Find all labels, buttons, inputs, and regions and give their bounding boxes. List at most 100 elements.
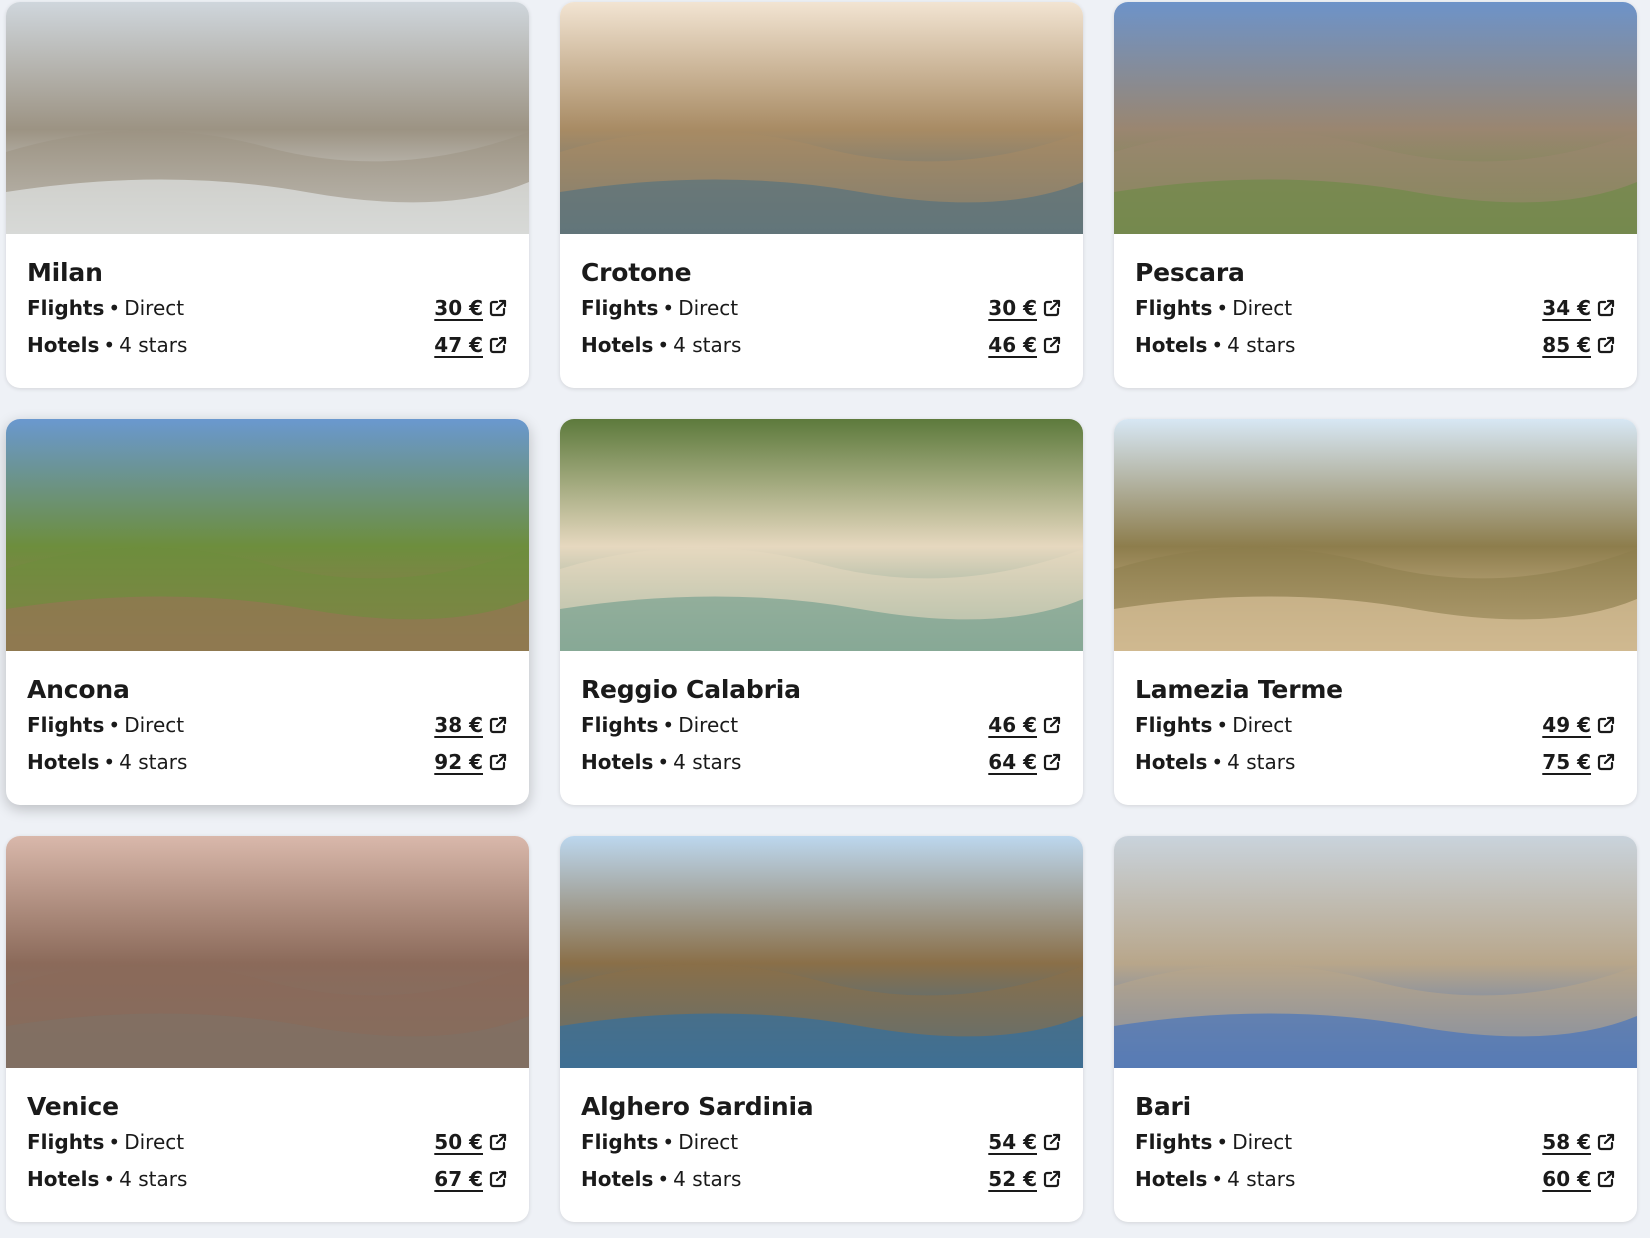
external-link-icon xyxy=(1597,1170,1615,1188)
hotel-price-link[interactable]: 85 € xyxy=(1542,333,1615,357)
beach-town-aerial-photo[interactable] xyxy=(560,419,1083,651)
hotel-price-link[interactable]: 64 € xyxy=(988,750,1061,774)
hotel-price: 47 € xyxy=(434,332,483,357)
hotel-price: 85 € xyxy=(1542,332,1591,357)
hotel-class: 4 stars xyxy=(1227,749,1296,774)
destination-card[interactable]: Lamezia Terme Flights • Direct 49 € Hotels • 4 … xyxy=(1114,419,1637,805)
hotel-price: 75 € xyxy=(1542,749,1591,774)
external-link-icon xyxy=(489,1170,507,1188)
hotels-row: Hotels • 4 stars 67 € xyxy=(27,1160,507,1197)
flight-price: 30 € xyxy=(434,295,483,320)
destination-card[interactable]: Milan Flights • Direct 30 € Hotels • 4 stars 47 … xyxy=(6,2,529,388)
cliff-castle-town-photo[interactable] xyxy=(1114,419,1637,651)
separator-dot: • xyxy=(657,1166,670,1191)
hotel-price: 67 € xyxy=(434,1166,483,1191)
separator-dot: • xyxy=(662,1129,675,1154)
flight-price-link[interactable]: 50 € xyxy=(434,1130,507,1154)
flight-type: Direct xyxy=(124,295,185,320)
hotel-price-link[interactable]: 46 € xyxy=(988,333,1061,357)
flight-price: 50 € xyxy=(434,1129,483,1154)
hotel-class: 4 stars xyxy=(1227,1166,1296,1191)
flights-row: Flights • Direct 54 € xyxy=(581,1123,1061,1160)
destination-city: Milan xyxy=(27,258,103,287)
hotels-label: Hotels xyxy=(1135,332,1208,357)
hotel-price-link[interactable]: 75 € xyxy=(1542,750,1615,774)
flight-price-link[interactable]: 54 € xyxy=(988,1130,1061,1154)
flight-type: Direct xyxy=(678,295,739,320)
flight-price-link[interactable]: 34 € xyxy=(1542,296,1615,320)
destination-card[interactable]: Pescara Flights • Direct 34 € Hotels • 4 stars 8… xyxy=(1114,2,1637,388)
destination-city: Ancona xyxy=(27,675,130,704)
flight-price-link[interactable]: 49 € xyxy=(1542,713,1615,737)
flights-row: Flights • Direct 49 € xyxy=(1135,706,1615,743)
hotels-label: Hotels xyxy=(1135,1166,1208,1191)
hotel-price-link[interactable]: 67 € xyxy=(434,1167,507,1191)
hotels-label: Hotels xyxy=(1135,749,1208,774)
flight-price: 49 € xyxy=(1542,712,1591,737)
flight-price-link[interactable]: 30 € xyxy=(434,296,507,320)
hotel-class: 4 stars xyxy=(1227,332,1296,357)
separator-dot: • xyxy=(662,295,675,320)
flight-price-link[interactable]: 30 € xyxy=(988,296,1061,320)
flights-label: Flights xyxy=(27,712,105,737)
flight-price-link[interactable]: 38 € xyxy=(434,713,507,737)
flight-price: 46 € xyxy=(988,712,1037,737)
hotel-price: 46 € xyxy=(988,332,1037,357)
destination-card[interactable]: Bari Flights • Direct 58 € Hotels • 4 stars 60 € xyxy=(1114,836,1637,1222)
hotel-price-link[interactable]: 47 € xyxy=(434,333,507,357)
separator-dot: • xyxy=(1216,295,1229,320)
external-link-icon xyxy=(489,299,507,317)
external-link-icon xyxy=(1043,299,1061,317)
external-link-icon xyxy=(1043,716,1061,734)
separator-dot: • xyxy=(103,332,116,357)
destination-city: Alghero Sardinia xyxy=(581,1092,814,1121)
external-link-icon xyxy=(1597,753,1615,771)
green-hills-rooftops-photo[interactable] xyxy=(6,419,529,651)
flights-row: Flights • Direct 46 € xyxy=(581,706,1061,743)
destination-card[interactable]: Alghero Sardinia Flights • Direct 54 € Hotels… xyxy=(560,836,1083,1222)
flights-label: Flights xyxy=(1135,295,1213,320)
hotels-label: Hotels xyxy=(581,332,654,357)
flight-type: Direct xyxy=(1232,295,1293,320)
hotel-price: 64 € xyxy=(988,749,1037,774)
external-link-icon xyxy=(1597,716,1615,734)
hotels-label: Hotels xyxy=(27,332,100,357)
hotel-price: 60 € xyxy=(1542,1166,1591,1191)
grand-canal-sunset-photo[interactable] xyxy=(6,836,529,1068)
seawall-coast-photo[interactable] xyxy=(560,836,1083,1068)
separator-dot: • xyxy=(108,1129,121,1154)
flights-row: Flights • Direct 34 € xyxy=(1135,289,1615,326)
flight-type: Direct xyxy=(1232,1129,1293,1154)
flight-type: Direct xyxy=(124,1129,185,1154)
flights-label: Flights xyxy=(581,1129,659,1154)
external-link-icon xyxy=(1597,1133,1615,1151)
blue-boats-harbor-photo[interactable] xyxy=(1114,836,1637,1068)
cathedral-spires-photo[interactable] xyxy=(6,2,529,234)
separator-dot: • xyxy=(1211,1166,1224,1191)
destination-city: Venice xyxy=(27,1092,119,1121)
destination-card[interactable]: Ancona Flights • Direct 38 € Hotels • 4 stars 92… xyxy=(6,419,529,805)
destination-city: Lamezia Terme xyxy=(1135,675,1343,704)
stone-arches-church-photo[interactable] xyxy=(1114,2,1637,234)
external-link-icon xyxy=(489,1133,507,1151)
destination-card[interactable]: Crotone Flights • Direct 30 € Hotels • 4 stars 4… xyxy=(560,2,1083,388)
flight-price-link[interactable]: 58 € xyxy=(1542,1130,1615,1154)
flights-label: Flights xyxy=(1135,1129,1213,1154)
flight-type: Direct xyxy=(678,1129,739,1154)
flight-type: Direct xyxy=(124,712,185,737)
hotel-price-link[interactable]: 60 € xyxy=(1542,1167,1615,1191)
hotels-row: Hotels • 4 stars 47 € xyxy=(27,326,507,363)
flight-price-link[interactable]: 46 € xyxy=(988,713,1061,737)
destination-card[interactable]: Venice Flights • Direct 50 € Hotels • 4 stars 67… xyxy=(6,836,529,1222)
separator-dot: • xyxy=(108,712,121,737)
flight-price: 58 € xyxy=(1542,1129,1591,1154)
hotel-price-link[interactable]: 52 € xyxy=(988,1167,1061,1191)
external-link-icon xyxy=(1043,753,1061,771)
sea-fortress-photo[interactable] xyxy=(560,2,1083,234)
hotel-price-link[interactable]: 92 € xyxy=(434,750,507,774)
flights-label: Flights xyxy=(27,1129,105,1154)
hotels-label: Hotels xyxy=(27,749,100,774)
hotels-row: Hotels • 4 stars 64 € xyxy=(581,743,1061,780)
external-link-icon xyxy=(489,336,507,354)
destination-card[interactable]: Reggio Calabria Flights • Direct 46 € Hotels •… xyxy=(560,419,1083,805)
